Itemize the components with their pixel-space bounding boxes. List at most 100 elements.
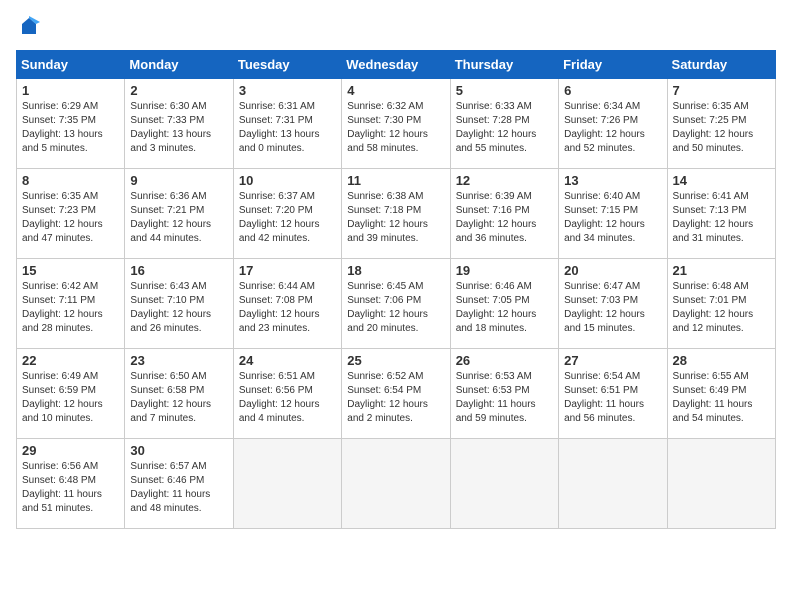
- day-number: 30: [130, 443, 227, 458]
- calendar-day-cell: 16Sunrise: 6:43 AMSunset: 7:10 PMDayligh…: [125, 259, 233, 349]
- day-info: Sunrise: 6:45 AMSunset: 7:06 PMDaylight:…: [347, 280, 444, 336]
- calendar-header-row: SundayMondayTuesdayWednesdayThursdayFrid…: [17, 51, 776, 79]
- day-number: 17: [239, 263, 336, 278]
- day-info: Sunrise: 6:35 AMSunset: 7:23 PMDaylight:…: [22, 190, 119, 246]
- day-info: Sunrise: 6:43 AMSunset: 7:10 PMDaylight:…: [130, 280, 227, 336]
- calendar-table: SundayMondayTuesdayWednesdayThursdayFrid…: [16, 50, 776, 529]
- day-info: Sunrise: 6:54 AMSunset: 6:51 PMDaylight:…: [564, 370, 661, 426]
- calendar-day-cell: 13Sunrise: 6:40 AMSunset: 7:15 PMDayligh…: [559, 169, 667, 259]
- calendar-day-cell: 2 Sunrise: 6:30 AMSunset: 7:33 PMDaylight…: [125, 79, 233, 169]
- calendar-day-cell: [667, 439, 775, 529]
- calendar-week-row: 15 Sunrise: 6:42 AMSunset: 7:11 PMDayligh…: [17, 259, 776, 349]
- calendar-day-cell: 29 Sunrise: 6:56 AMSunset: 6:48 PMDayligh…: [17, 439, 125, 529]
- day-info: Sunrise: 6:30 AMSunset: 7:33 PMDaylight:…: [130, 100, 227, 156]
- calendar-day-cell: 28 Sunrise: 6:55 AMSunset: 6:49 PMDayligh…: [667, 349, 775, 439]
- logo-icon: [18, 16, 40, 38]
- calendar-day-cell: 22 Sunrise: 6:49 AMSunset: 6:59 PMDayligh…: [17, 349, 125, 439]
- day-info: Sunrise: 6:42 AMSunset: 7:11 PMDaylight:…: [22, 280, 119, 336]
- calendar-week-row: 8 Sunrise: 6:35 AMSunset: 7:23 PMDaylight…: [17, 169, 776, 259]
- day-number: 27: [564, 353, 661, 368]
- day-number: 15: [22, 263, 119, 278]
- day-info: Sunrise: 6:56 AMSunset: 6:48 PMDaylight:…: [22, 460, 119, 516]
- calendar-week-row: 29 Sunrise: 6:56 AMSunset: 6:48 PMDayligh…: [17, 439, 776, 529]
- calendar-day-cell: 18 Sunrise: 6:45 AMSunset: 7:06 PMDayligh…: [342, 259, 450, 349]
- day-number: 28: [673, 353, 770, 368]
- calendar-day-cell: 10 Sunrise: 6:37 AMSunset: 7:20 PMDayligh…: [233, 169, 341, 259]
- column-header-saturday: Saturday: [667, 51, 775, 79]
- calendar-day-cell: 30 Sunrise: 6:57 AMSunset: 6:46 PMDayligh…: [125, 439, 233, 529]
- column-header-thursday: Thursday: [450, 51, 558, 79]
- day-number: 5: [456, 83, 553, 98]
- calendar-day-cell: 19 Sunrise: 6:46 AMSunset: 7:05 PMDayligh…: [450, 259, 558, 349]
- day-number: 4: [347, 83, 444, 98]
- calendar-day-cell: 21Sunrise: 6:48 AMSunset: 7:01 PMDayligh…: [667, 259, 775, 349]
- calendar-day-cell: 14 Sunrise: 6:41 AMSunset: 7:13 PMDayligh…: [667, 169, 775, 259]
- day-number: 22: [22, 353, 119, 368]
- day-info: Sunrise: 6:46 AMSunset: 7:05 PMDaylight:…: [456, 280, 553, 336]
- calendar-day-cell: 3Sunrise: 6:31 AMSunset: 7:31 PMDaylight…: [233, 79, 341, 169]
- day-info: Sunrise: 6:49 AMSunset: 6:59 PMDaylight:…: [22, 370, 119, 426]
- day-info: Sunrise: 6:44 AMSunset: 7:08 PMDaylight:…: [239, 280, 336, 336]
- calendar-day-cell: 7 Sunrise: 6:35 AMSunset: 7:25 PMDaylight…: [667, 79, 775, 169]
- column-header-monday: Monday: [125, 51, 233, 79]
- calendar-day-cell: 5 Sunrise: 6:33 AMSunset: 7:28 PMDaylight…: [450, 79, 558, 169]
- day-number: 1: [22, 83, 119, 98]
- column-header-tuesday: Tuesday: [233, 51, 341, 79]
- day-info: Sunrise: 6:36 AMSunset: 7:21 PMDaylight:…: [130, 190, 227, 246]
- day-number: 20: [564, 263, 661, 278]
- calendar-day-cell: 24 Sunrise: 6:51 AMSunset: 6:56 PMDayligh…: [233, 349, 341, 439]
- day-info: Sunrise: 6:37 AMSunset: 7:20 PMDaylight:…: [239, 190, 336, 246]
- calendar-day-cell: 11 Sunrise: 6:38 AMSunset: 7:18 PMDayligh…: [342, 169, 450, 259]
- day-number: 23: [130, 353, 227, 368]
- day-info: Sunrise: 6:29 AMSunset: 7:35 PMDaylight:…: [22, 100, 119, 156]
- day-info: Sunrise: 6:57 AMSunset: 6:46 PMDaylight:…: [130, 460, 227, 516]
- column-header-wednesday: Wednesday: [342, 51, 450, 79]
- day-info: Sunrise: 6:50 AMSunset: 6:58 PMDaylight:…: [130, 370, 227, 426]
- calendar-day-cell: 6 Sunrise: 6:34 AMSunset: 7:26 PMDaylight…: [559, 79, 667, 169]
- calendar-day-cell: 4 Sunrise: 6:32 AMSunset: 7:30 PMDaylight…: [342, 79, 450, 169]
- calendar-day-cell: 25 Sunrise: 6:52 AMSunset: 6:54 PMDayligh…: [342, 349, 450, 439]
- day-number: 19: [456, 263, 553, 278]
- day-number: 26: [456, 353, 553, 368]
- day-info: Sunrise: 6:35 AMSunset: 7:25 PMDaylight:…: [673, 100, 770, 156]
- day-info: Sunrise: 6:32 AMSunset: 7:30 PMDaylight:…: [347, 100, 444, 156]
- day-number: 11: [347, 173, 444, 188]
- day-number: 18: [347, 263, 444, 278]
- calendar-day-cell: [233, 439, 341, 529]
- day-number: 6: [564, 83, 661, 98]
- day-number: 25: [347, 353, 444, 368]
- day-number: 10: [239, 173, 336, 188]
- logo: [16, 16, 40, 38]
- calendar-day-cell: 1 Sunrise: 6:29 AMSunset: 7:35 PMDaylight…: [17, 79, 125, 169]
- calendar-day-cell: 23 Sunrise: 6:50 AMSunset: 6:58 PMDayligh…: [125, 349, 233, 439]
- column-header-friday: Friday: [559, 51, 667, 79]
- day-info: Sunrise: 6:38 AMSunset: 7:18 PMDaylight:…: [347, 190, 444, 246]
- day-number: 14: [673, 173, 770, 188]
- day-number: 8: [22, 173, 119, 188]
- day-info: Sunrise: 6:33 AMSunset: 7:28 PMDaylight:…: [456, 100, 553, 156]
- calendar-day-cell: 8 Sunrise: 6:35 AMSunset: 7:23 PMDaylight…: [17, 169, 125, 259]
- calendar-day-cell: 27 Sunrise: 6:54 AMSunset: 6:51 PMDayligh…: [559, 349, 667, 439]
- day-info: Sunrise: 6:51 AMSunset: 6:56 PMDaylight:…: [239, 370, 336, 426]
- calendar-day-cell: 20 Sunrise: 6:47 AMSunset: 7:03 PMDayligh…: [559, 259, 667, 349]
- day-info: Sunrise: 6:40 AMSunset: 7:15 PMDaylight:…: [564, 190, 661, 246]
- day-info: Sunrise: 6:52 AMSunset: 6:54 PMDaylight:…: [347, 370, 444, 426]
- day-number: 21: [673, 263, 770, 278]
- page-header: [16, 16, 776, 38]
- calendar-day-cell: 9 Sunrise: 6:36 AMSunset: 7:21 PMDaylight…: [125, 169, 233, 259]
- day-number: 7: [673, 83, 770, 98]
- day-number: 2: [130, 83, 227, 98]
- day-number: 29: [22, 443, 119, 458]
- calendar-day-cell: 17 Sunrise: 6:44 AMSunset: 7:08 PMDayligh…: [233, 259, 341, 349]
- day-number: 12: [456, 173, 553, 188]
- calendar-week-row: 1 Sunrise: 6:29 AMSunset: 7:35 PMDaylight…: [17, 79, 776, 169]
- day-info: Sunrise: 6:41 AMSunset: 7:13 PMDaylight:…: [673, 190, 770, 246]
- calendar-day-cell: 15 Sunrise: 6:42 AMSunset: 7:11 PMDayligh…: [17, 259, 125, 349]
- day-info: Sunrise: 6:31 AMSunset: 7:31 PMDaylight:…: [239, 100, 336, 156]
- day-number: 9: [130, 173, 227, 188]
- day-info: Sunrise: 6:47 AMSunset: 7:03 PMDaylight:…: [564, 280, 661, 336]
- day-info: Sunrise: 6:34 AMSunset: 7:26 PMDaylight:…: [564, 100, 661, 156]
- day-info: Sunrise: 6:55 AMSunset: 6:49 PMDaylight:…: [673, 370, 770, 426]
- calendar-day-cell: [559, 439, 667, 529]
- day-number: 24: [239, 353, 336, 368]
